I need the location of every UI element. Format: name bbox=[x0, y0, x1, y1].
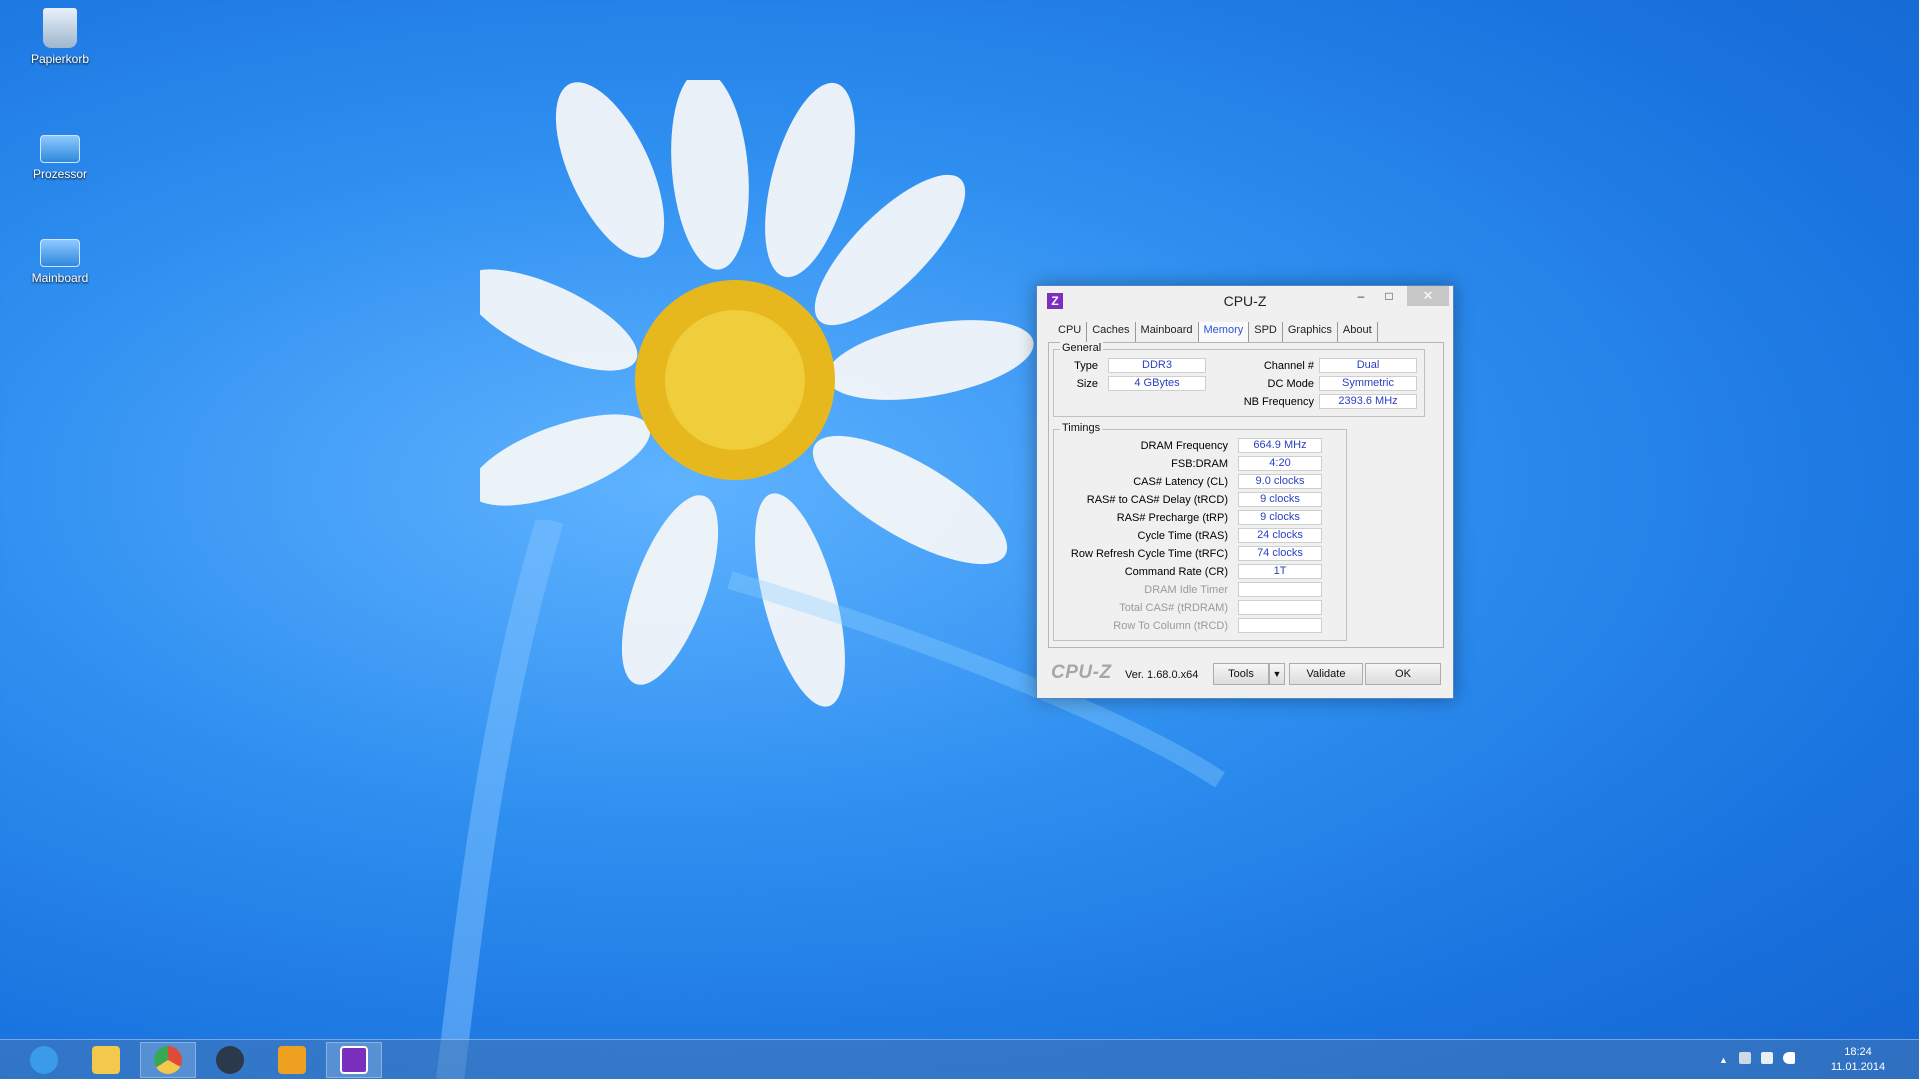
timing-value: 1T bbox=[1238, 564, 1322, 579]
chrome-icon bbox=[154, 1046, 182, 1074]
tab-spd[interactable]: SPD bbox=[1249, 322, 1283, 342]
clock-date: 11.01.2014 bbox=[1830, 1061, 1886, 1073]
folder-icon bbox=[40, 239, 80, 267]
system-tray: ▲ 18:24 11.01.2014 bbox=[1719, 1040, 1919, 1079]
timing-value: 9 clocks bbox=[1238, 492, 1322, 507]
taskbar-app-tools[interactable] bbox=[264, 1042, 320, 1078]
steam-icon bbox=[216, 1046, 244, 1074]
taskbar-app-steam[interactable] bbox=[202, 1042, 258, 1078]
cpu-z-icon bbox=[340, 1046, 368, 1074]
general-group: General Type DDR3 Size 4 GBytes Channel … bbox=[1053, 342, 1425, 417]
nbfreq-label: NB Frequency bbox=[1243, 396, 1314, 408]
tab-about[interactable]: About bbox=[1338, 322, 1378, 342]
close-button[interactable]: ✕ bbox=[1407, 286, 1449, 306]
timing-label: DRAM Frequency bbox=[1140, 440, 1228, 452]
timing-value bbox=[1238, 600, 1322, 615]
desktop-icon-recycle-bin[interactable]: Papierkorb bbox=[20, 8, 100, 66]
channel-label: Channel # bbox=[1263, 360, 1314, 372]
size-value: 4 GBytes bbox=[1108, 376, 1206, 391]
taskbar-app-file-explorer[interactable] bbox=[78, 1042, 134, 1078]
maximize-button[interactable]: □ bbox=[1375, 286, 1403, 306]
desktop-icon-label: Papierkorb bbox=[30, 52, 90, 66]
timing-value: 664.9 MHz bbox=[1238, 438, 1322, 453]
timing-label: Cycle Time (tRAS) bbox=[1137, 530, 1228, 542]
minimize-button[interactable]: – bbox=[1347, 286, 1375, 306]
cpuz-brand-logo: CPU-Z bbox=[1051, 662, 1112, 683]
timing-value: 9 clocks bbox=[1238, 510, 1322, 525]
timings-legend: Timings bbox=[1060, 422, 1103, 434]
recycle-bin-icon bbox=[43, 8, 77, 48]
taskbar-app-chrome[interactable] bbox=[140, 1042, 196, 1078]
validate-button[interactable]: Validate bbox=[1289, 663, 1363, 685]
timing-value: 74 clocks bbox=[1238, 546, 1322, 561]
file-explorer-icon bbox=[92, 1046, 120, 1074]
tools-dropdown-arrow-icon[interactable]: ▼ bbox=[1269, 663, 1285, 685]
timing-value: 24 clocks bbox=[1238, 528, 1322, 543]
size-label: Size bbox=[1076, 378, 1098, 390]
timing-value: 4:20 bbox=[1238, 456, 1322, 471]
timing-label: CAS# Latency (CL) bbox=[1133, 476, 1228, 488]
tab-memory[interactable]: Memory bbox=[1198, 322, 1250, 342]
tab-caches[interactable]: Caches bbox=[1087, 322, 1136, 342]
tools-button[interactable]: Tools bbox=[1213, 663, 1269, 685]
nbfreq-value: 2393.6 MHz bbox=[1319, 394, 1417, 409]
dcmode-label: DC Mode bbox=[1267, 378, 1314, 390]
desktop-icon-label: Prozessor bbox=[32, 167, 88, 181]
timing-label: Row Refresh Cycle Time (tRFC) bbox=[1070, 548, 1228, 560]
network-icon[interactable] bbox=[1761, 1052, 1773, 1064]
timing-label: Total CAS# (tRDRAM) bbox=[1119, 602, 1228, 614]
cpuz-window: Z CPU-Z – □ ✕ CPU Caches Mainboard Memor… bbox=[1036, 285, 1454, 699]
timing-label: DRAM Idle Timer bbox=[1144, 584, 1228, 596]
tools-app-icon bbox=[278, 1046, 306, 1074]
clock[interactable]: 18:24 11.01.2014 bbox=[1823, 1045, 1893, 1075]
version-label: Ver. 1.68.0.x64 bbox=[1125, 669, 1199, 681]
type-label: Type bbox=[1074, 360, 1098, 372]
timing-label: FSB:DRAM bbox=[1171, 458, 1228, 470]
tab-cpu[interactable]: CPU bbox=[1053, 322, 1088, 342]
desktop-icon-label: Mainboard bbox=[31, 271, 89, 285]
dcmode-value: Symmetric bbox=[1319, 376, 1417, 391]
tab-bar: CPU Caches Mainboard Memory SPD Graphics… bbox=[1053, 322, 1437, 342]
ok-button[interactable]: OK bbox=[1365, 663, 1441, 685]
window-footer: CPU-Z Ver. 1.68.0.x64 Tools ▼ Validate O… bbox=[1037, 656, 1453, 696]
clock-time: 18:24 bbox=[1844, 1046, 1872, 1058]
timing-label: Command Rate (CR) bbox=[1124, 566, 1228, 578]
tab-mainboard[interactable]: Mainboard bbox=[1136, 322, 1199, 342]
timings-group: Timings DRAM Frequency 664.9 MHz FSB:DRA… bbox=[1053, 422, 1347, 641]
timing-value: 9.0 clocks bbox=[1238, 474, 1322, 489]
wallpaper-flower bbox=[480, 80, 1034, 707]
taskbar-app-cpu-z[interactable] bbox=[326, 1042, 382, 1078]
type-value: DDR3 bbox=[1108, 358, 1206, 373]
timing-label: Row To Column (tRCD) bbox=[1113, 620, 1228, 632]
timing-value bbox=[1238, 618, 1322, 633]
title-bar[interactable]: Z CPU-Z – □ ✕ bbox=[1037, 286, 1453, 316]
timing-value bbox=[1238, 582, 1322, 597]
volume-icon[interactable] bbox=[1783, 1052, 1795, 1064]
taskbar: ▲ 18:24 11.01.2014 bbox=[0, 1039, 1919, 1079]
desktop-icon-prozessor[interactable]: Prozessor bbox=[20, 125, 100, 181]
channel-value: Dual bbox=[1319, 358, 1417, 373]
tray-chevron-icon[interactable]: ▲ bbox=[1719, 1055, 1728, 1065]
memory-panel: General Type DDR3 Size 4 GBytes Channel … bbox=[1048, 342, 1444, 648]
general-legend: General bbox=[1060, 342, 1104, 354]
folder-icon bbox=[40, 135, 80, 163]
desktop-icon-mainboard[interactable]: Mainboard bbox=[20, 229, 100, 285]
tab-graphics[interactable]: Graphics bbox=[1283, 322, 1338, 342]
flag-icon[interactable] bbox=[1739, 1052, 1751, 1064]
taskbar-app-internet-explorer[interactable] bbox=[16, 1042, 72, 1078]
timing-label: RAS# to CAS# Delay (tRCD) bbox=[1086, 494, 1228, 506]
internet-explorer-icon bbox=[30, 1046, 58, 1074]
timing-label: RAS# Precharge (tRP) bbox=[1116, 512, 1228, 524]
